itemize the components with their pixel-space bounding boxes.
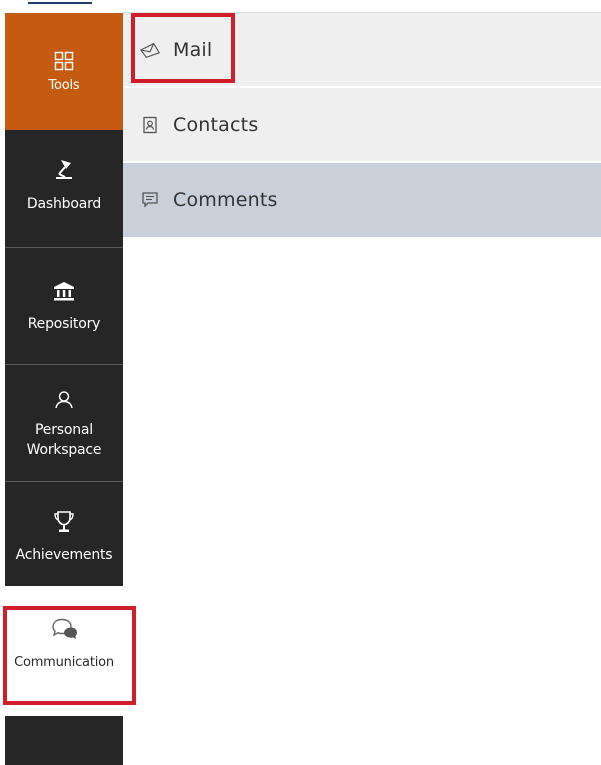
sidebar-item-dashboard[interactable]: Dashboard [5, 130, 123, 247]
sidebar-item-personal-workspace[interactable]: Personal Workspace [5, 365, 123, 481]
desk-lamp-icon [5, 157, 123, 185]
app-screen: Tools Dashboard Repository Personal Work… [0, 0, 601, 765]
submenu-item-label: Comments [173, 189, 278, 211]
trophy-icon [5, 510, 123, 538]
submenu-item-mail[interactable]: Mail [123, 13, 601, 88]
sidebar-item-label: Tools [48, 78, 80, 93]
chat-bubbles-icon [5, 617, 123, 645]
submenu-item-contacts[interactable]: Contacts [123, 88, 601, 163]
bank-icon [5, 281, 123, 305]
comment-icon [139, 191, 161, 209]
sidebar-item-achievements[interactable]: Achievements [5, 482, 123, 599]
sidebar-item-label: Communication [14, 655, 114, 670]
sidebar-item-label: Personal Workspace [26, 422, 102, 458]
contact-card-icon [139, 116, 161, 134]
sidebar-bottom-segment [5, 716, 123, 765]
submenu-item-label: Mail [173, 38, 213, 61]
grid-icon [5, 51, 123, 75]
person-icon [5, 390, 123, 414]
sidebar-item-repository[interactable]: Repository [5, 248, 123, 364]
sidebar-item-tools[interactable]: Tools [5, 13, 123, 130]
sidebar-item-label: Repository [27, 316, 101, 332]
sidebar-item-label: Dashboard [26, 196, 102, 212]
sidebar-item-label: Achievements [15, 547, 113, 563]
tools-submenu: Mail Contacts Comments [123, 13, 601, 237]
top-link-underline [28, 2, 92, 4]
envelope-icon [139, 41, 161, 59]
submenu-item-comments[interactable]: Comments [123, 163, 601, 237]
top-strip [0, 0, 601, 13]
submenu-item-label: Contacts [173, 113, 259, 136]
sidebar-item-communication[interactable]: Communication [5, 589, 123, 705]
